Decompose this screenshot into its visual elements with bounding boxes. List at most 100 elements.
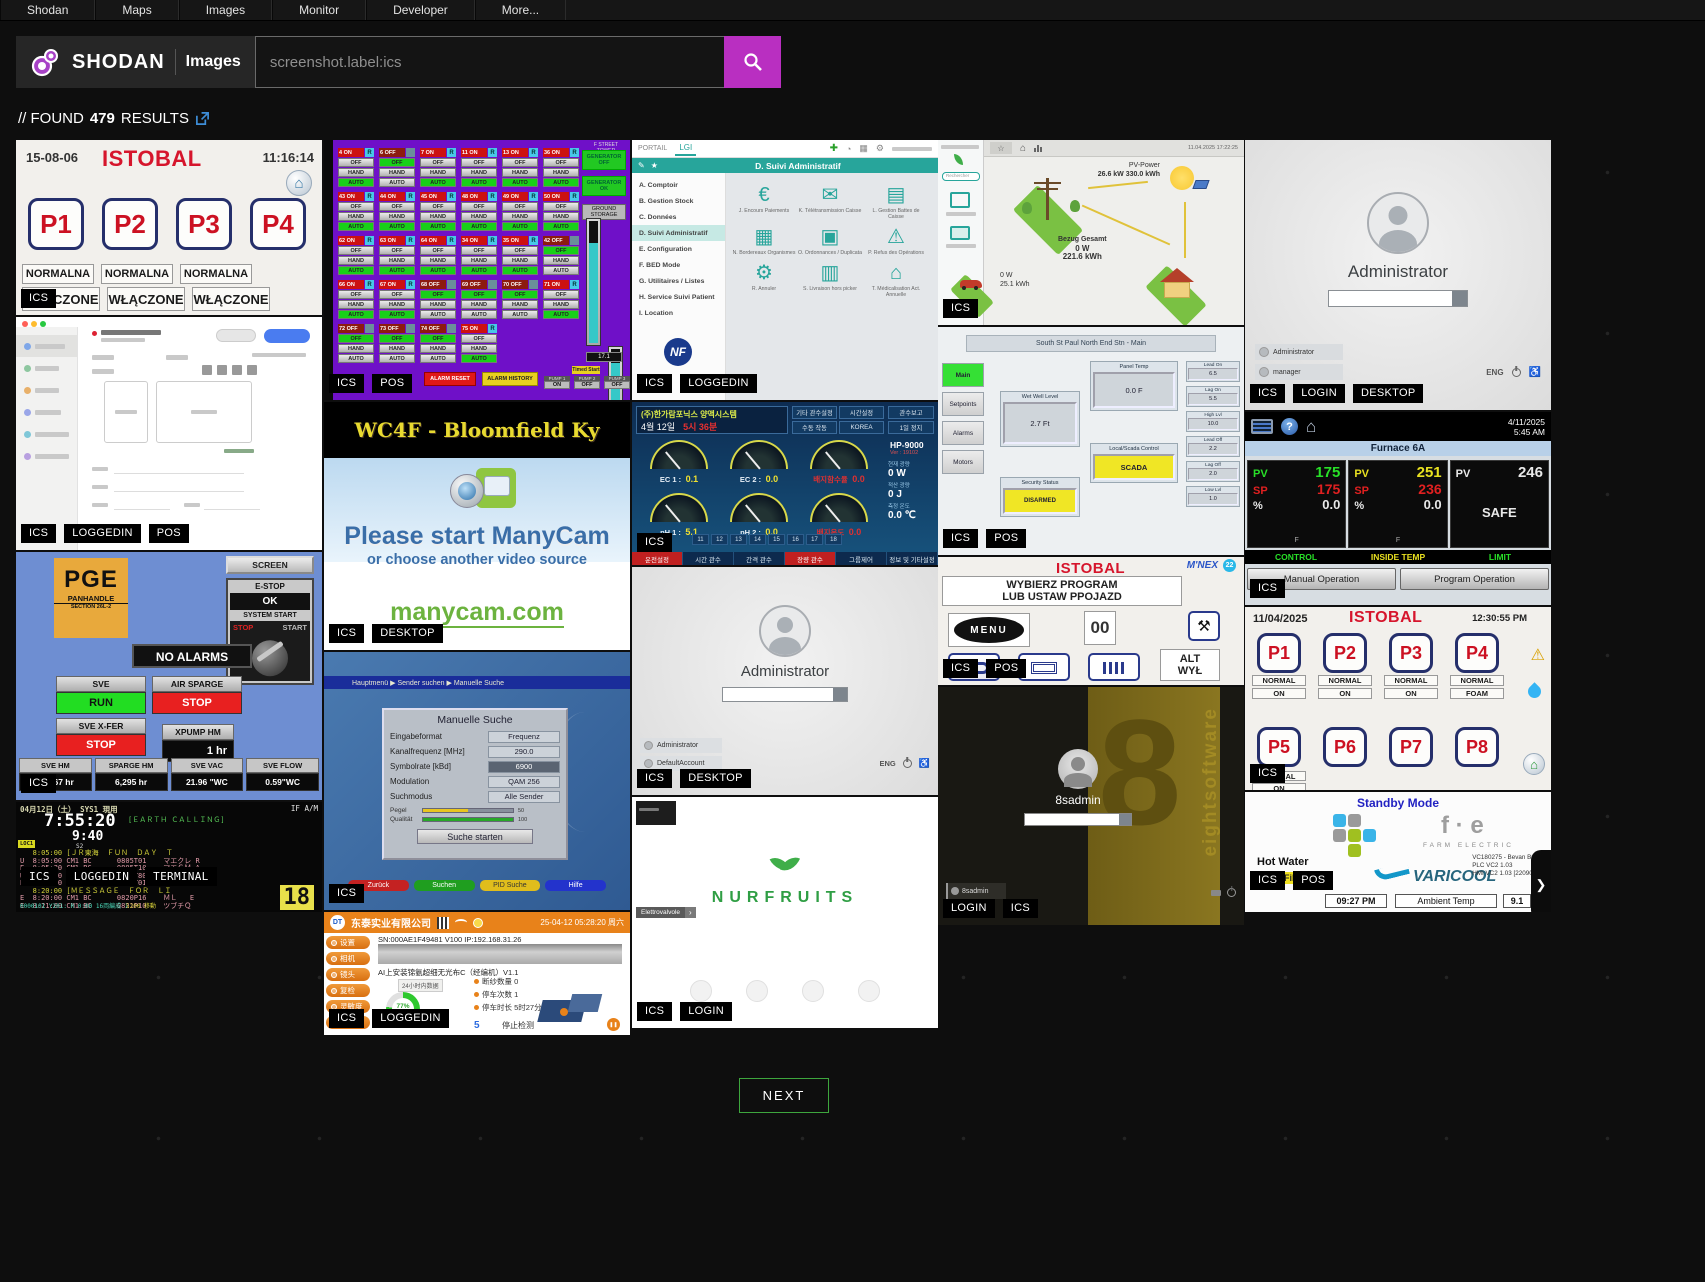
result-thumbnail-chinese-form-app[interactable]: ICSLOGGEDINPOS xyxy=(16,317,322,550)
label-tag[interactable]: LOGGEDIN xyxy=(372,1009,448,1028)
language-button[interactable]: ENG xyxy=(1486,368,1503,377)
label-tag[interactable]: POS xyxy=(372,374,412,393)
result-thumbnail-dtu-monitor[interactable]: DT 东泰实业有限公司 25-04-12 05:28:20 周六 设置相机镜头复… xyxy=(324,912,630,1035)
label-tag[interactable]: ICS xyxy=(329,374,364,393)
accessibility-icon[interactable]: ♿ xyxy=(1529,367,1541,378)
label-tag[interactable]: POS xyxy=(1293,871,1333,890)
warning-icon[interactable]: ⚠ xyxy=(1531,645,1545,665)
channel-number[interactable]: 18 xyxy=(825,534,842,545)
tab[interactable]: 정보 및 기타설정 xyxy=(887,552,938,565)
label-tag[interactable]: LOGIN xyxy=(943,899,995,918)
chart-icon[interactable] xyxy=(1034,145,1042,152)
sidebar-menu-item[interactable]: E. Configuration xyxy=(632,241,725,257)
wash-option-3[interactable] xyxy=(1088,653,1140,681)
control-button[interactable]: KOREA xyxy=(839,421,884,434)
result-thumbnail-eightsoftware-login[interactable]: 8 eightsoftware 8sadmin 8sadmin LOGINICS xyxy=(938,687,1244,925)
control-button[interactable]: 수동 작동 xyxy=(792,421,837,434)
channel-number[interactable]: 14 xyxy=(749,534,766,545)
label-tag[interactable]: POS xyxy=(986,659,1026,678)
label-tag[interactable]: DESKTOP xyxy=(680,769,750,788)
power-icon[interactable] xyxy=(1512,368,1521,377)
label-tag[interactable]: ICS xyxy=(329,624,364,643)
label-tag[interactable]: ICS xyxy=(637,533,672,552)
result-thumbnail-windows-login-gray[interactable]: Administrator Administrator manager ENG … xyxy=(1245,140,1551,410)
sidebar-menu-item[interactable]: G. Utilitaires / Listes xyxy=(632,273,725,289)
label-tag[interactable]: ICS xyxy=(943,659,978,678)
label-tag[interactable]: LOGGEDIN xyxy=(680,374,756,393)
password-field[interactable] xyxy=(1024,813,1132,826)
label-tag[interactable]: ICS xyxy=(329,884,364,903)
channel-number[interactable]: 16 xyxy=(787,534,804,545)
channel-number[interactable]: 15 xyxy=(768,534,785,545)
search-input[interactable] xyxy=(255,36,724,88)
nav-button[interactable]: Motors xyxy=(942,450,984,474)
label-tag[interactable]: ICS xyxy=(943,299,978,318)
label-tag[interactable]: ICS xyxy=(943,529,978,548)
label-tag[interactable]: ICS xyxy=(1250,764,1285,783)
result-thumbnail-istobal-program-select[interactable]: ISTOBAL M'NEX 22 WYBIERZ PROGRAM LUB UST… xyxy=(938,557,1244,685)
nav-item[interactable]: Maps xyxy=(95,0,178,20)
sidebar-menu-item[interactable]: C. Données xyxy=(632,209,725,225)
power-icon[interactable] xyxy=(903,759,912,768)
sidebar-menu-item[interactable]: F. BED Mode xyxy=(632,257,725,273)
result-thumbnail-pge-hmi[interactable]: PGE PANHANDLE SECTION 26L-2 SCREEN E-STO… xyxy=(16,552,322,800)
control-button[interactable]: 1일 정지 xyxy=(888,421,934,434)
result-thumbnail-solar-energy-flow[interactable]: Rechercher ☆ ⌂ 11.04.2025 17:22:25 PV-Po… xyxy=(938,140,1244,325)
label-tag[interactable]: ICS xyxy=(1250,384,1285,403)
feature-icon[interactable] xyxy=(690,980,712,1002)
account-tile[interactable]: manager xyxy=(1255,364,1343,380)
brush-icon[interactable]: ✎ xyxy=(638,161,645,170)
tab[interactable]: 시간 관수 xyxy=(683,552,734,565)
account-tile[interactable]: Administrator xyxy=(640,738,722,753)
label-tag[interactable]: ICS xyxy=(21,774,56,793)
power-icon[interactable] xyxy=(1227,888,1236,897)
channel-number[interactable]: 12 xyxy=(711,534,728,545)
app-shortcut[interactable]: ▣ O. Ordonnances / Duplicata xyxy=(798,226,862,256)
result-thumbnail-istobal-p1-p4[interactable]: 15-08-06 ISTOBAL 11:16:14 ⌂ P1P2P3P4 NOR… xyxy=(16,140,322,315)
app-shortcut[interactable]: ✉ K. Télétransmission Caisse xyxy=(798,184,862,220)
label-tag[interactable]: TERMINAL xyxy=(145,867,216,886)
sidebar-menu-item[interactable]: I. Location xyxy=(632,305,725,321)
label-tag[interactable]: ICS xyxy=(1250,579,1285,598)
notification-icon[interactable]: ◔ xyxy=(846,144,851,154)
settings-icon[interactable]: ⚙ xyxy=(876,143,884,154)
password-field[interactable] xyxy=(1328,290,1468,307)
label-tag[interactable]: ICS xyxy=(21,524,56,543)
carousel-next-arrow[interactable]: ❯ xyxy=(1531,850,1551,912)
portal-tab[interactable]: LGI xyxy=(675,141,696,156)
side-search[interactable]: Rechercher xyxy=(942,172,980,181)
sidebar-menu-item[interactable]: D. Suivi Administratif xyxy=(632,225,725,241)
result-thumbnail-windows-login-administrator[interactable]: Administrator Administrator DefaultAccou… xyxy=(632,567,938,795)
home-icon[interactable]: ⌂ xyxy=(1306,417,1316,437)
account-tile[interactable]: Administrator xyxy=(1255,344,1343,360)
menu-button[interactable]: MENU xyxy=(948,613,1030,647)
result-thumbnail-pump-control-grid[interactable]: 4 ONR OFF HAND AUTO 6 OFFR OFF HAND AUTO… xyxy=(324,140,630,400)
channel-number[interactable]: 11 xyxy=(692,534,709,545)
label-tag[interactable]: POS xyxy=(986,529,1026,548)
control-button[interactable]: 기타 관수설정 xyxy=(792,406,837,419)
tab[interactable]: 장량 관수 xyxy=(785,552,836,565)
tab[interactable]: 운전설정 xyxy=(632,552,683,565)
label-tag[interactable]: ICS xyxy=(329,1009,364,1028)
water-drop-icon[interactable] xyxy=(1525,682,1543,700)
apps-grid-icon[interactable]: ▦ xyxy=(859,143,868,154)
channel-number[interactable]: 17 xyxy=(806,534,823,545)
program-operation-button[interactable]: Program Operation xyxy=(1400,568,1549,590)
app-shortcut[interactable]: € J. Encours Paiements xyxy=(732,184,796,220)
password-field[interactable] xyxy=(722,687,848,702)
pharmacy-cross-icon[interactable]: ✚ xyxy=(830,143,838,154)
label-tag[interactable]: ICS xyxy=(21,289,56,308)
channel-number[interactable]: 13 xyxy=(730,534,747,545)
result-thumbnail-manuelle-suche[interactable]: Hauptmenü ▶ Sender suchen ▶ Manuelle Suc… xyxy=(324,652,630,910)
app-shortcut[interactable]: ⚠ P. Refus des Opérations xyxy=(864,226,928,256)
feature-icon[interactable] xyxy=(858,980,880,1002)
sidebar-menu-item[interactable]: A. Comptoir xyxy=(632,177,725,193)
app-shortcut[interactable]: ⚙ R. Annuler xyxy=(732,262,796,298)
label-tag[interactable]: LOGIN xyxy=(1293,384,1345,403)
label-tag[interactable]: LOGIN xyxy=(680,1002,732,1021)
nav-button[interactable]: Setpoints xyxy=(942,392,984,416)
language-button[interactable]: ENG xyxy=(880,759,896,768)
label-tag[interactable]: ICS xyxy=(637,374,672,393)
label-tag[interactable]: DESKTOP xyxy=(372,624,442,643)
nav-item[interactable]: More... xyxy=(475,0,566,20)
